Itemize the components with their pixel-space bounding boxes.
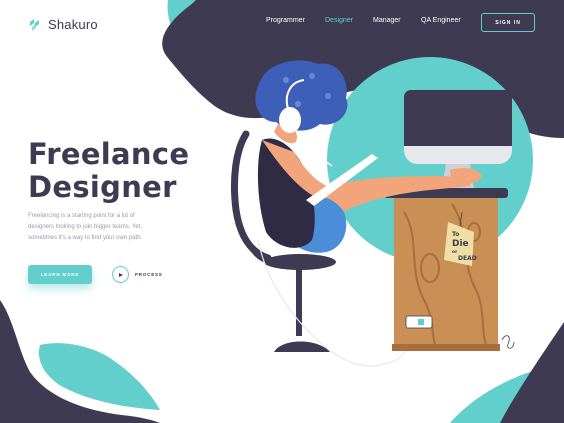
artist-signature: [501, 335, 515, 349]
hero-title-line-2: Designer: [28, 170, 177, 204]
learn-more-button[interactable]: LEARN MORE: [28, 265, 92, 284]
hero-title: Freelance Designer: [28, 138, 189, 204]
nav-item-qa-engineer[interactable]: QA Engineer: [421, 17, 461, 24]
sign-in-button[interactable]: SIGN IN: [481, 13, 535, 32]
brand-logo[interactable]: Shakuro: [28, 14, 98, 34]
svg-text:Die: Die: [452, 239, 469, 249]
power-socket: [405, 315, 433, 329]
play-icon: [112, 266, 129, 283]
process-label: PROCESS: [135, 272, 163, 277]
shakuro-logo-icon: [30, 18, 39, 31]
hero-title-line-1: Freelance: [28, 137, 190, 171]
nav-item-designer[interactable]: Designer: [325, 17, 353, 24]
desk: [384, 188, 508, 351]
svg-text:DEAD: DEAD: [458, 255, 477, 262]
nav-item-manager[interactable]: Manager: [373, 17, 401, 24]
brand-name: Shakuro: [48, 16, 98, 32]
hero-description: Freelancing is a starting point for a lo…: [28, 213, 143, 241]
svg-text:To: To: [452, 231, 459, 238]
nav-item-programmer[interactable]: Programmer: [266, 17, 305, 24]
process-button[interactable]: PROCESS: [112, 265, 163, 284]
